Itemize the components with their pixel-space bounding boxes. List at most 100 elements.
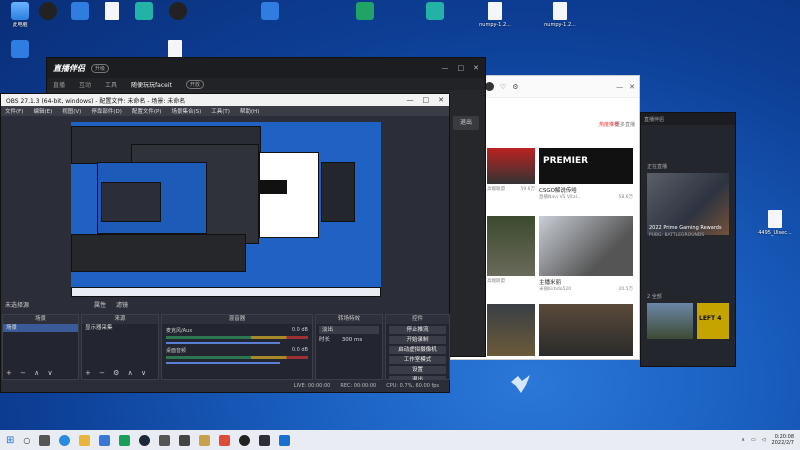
settings-button[interactable]: 设置 xyxy=(389,366,446,374)
wallpaper-bird-logo xyxy=(511,375,530,393)
dock-title: 控件 xyxy=(386,315,449,324)
tab-interact[interactable]: 互动 xyxy=(79,80,91,89)
desktop-icon[interactable]: numpy-1.2... xyxy=(540,2,580,28)
settings-icon[interactable]: ⚙ xyxy=(512,83,518,91)
scene-item[interactable]: 场景 xyxy=(3,324,78,332)
stream-thumb-left4[interactable]: LEFT 4 xyxy=(697,303,729,339)
menu-tools[interactable]: 工具(T) xyxy=(211,107,230,115)
close-button[interactable]: ✕ xyxy=(438,96,444,104)
minimize-button[interactable]: — xyxy=(407,96,414,104)
network-icon[interactable]: ▭ xyxy=(751,437,756,443)
app-icon[interactable] xyxy=(159,434,171,446)
menu-view[interactable]: 视图(V) xyxy=(62,107,81,115)
menu-file[interactable]: 文件(F) xyxy=(5,107,23,115)
sources-dock: 来源 显示器采集 + − ⚙ ∧ ∨ xyxy=(81,314,159,380)
transition-duration[interactable]: 时长 300 ms xyxy=(316,336,382,344)
maximize-button[interactable]: □ xyxy=(458,64,465,72)
app-blue-icon xyxy=(261,2,279,20)
live-card[interactable]: 高端联盟 59.6万 xyxy=(487,148,535,192)
obs-icon[interactable] xyxy=(239,434,251,446)
stop-streaming-button[interactable]: 停止推流 xyxy=(389,326,446,334)
more-live-tab[interactable]: 更多直播 xyxy=(615,121,635,128)
source-toolbar[interactable]: + − ⚙ ∧ ∨ xyxy=(85,369,149,377)
clock[interactable]: 0:20:08 2022/2/7 xyxy=(772,434,794,446)
doc-icon xyxy=(488,2,502,20)
app-blue-icon xyxy=(11,40,29,58)
tab-tools[interactable]: 工具 xyxy=(105,80,117,89)
obs-source-bar: 未选择源 属性 滤镜 xyxy=(1,298,449,310)
obs-window[interactable]: OBS 27.1.3 (64-bit, windows) - 配置文件: 未命名… xyxy=(0,93,450,393)
avatar[interactable] xyxy=(485,82,494,91)
maximize-button[interactable]: □ xyxy=(423,96,430,104)
desktop-icon[interactable] xyxy=(0,40,40,60)
live-card[interactable]: PREMIER CSGO解说传哈 直播Navi VS Vital... 58.6万 xyxy=(539,148,633,200)
live-card-thumb[interactable] xyxy=(539,304,633,356)
desktop-icon-label: numpy-1.2... xyxy=(479,22,511,28)
live-dark-window[interactable]: 直播伴侣 正在直播 2022 Prime Gaming Rewards PUBG… xyxy=(640,112,736,367)
tab-live[interactable]: 直播 xyxy=(53,80,65,89)
source-item[interactable]: 显示器采集 xyxy=(82,324,158,332)
premier-banner: PREMIER xyxy=(539,148,633,184)
upgrade-badge[interactable]: 升级 xyxy=(91,63,110,73)
properties-button[interactable]: 属性 xyxy=(94,300,106,309)
menu-docks[interactable]: 停靠部件(D) xyxy=(91,107,122,115)
dark-window-titlebar: 直播伴侣 xyxy=(641,113,735,125)
scene-toolbar[interactable]: + − ∧ ∨ xyxy=(6,369,56,377)
doc-icon xyxy=(768,210,782,228)
live-card[interactable]: 高端联盟 xyxy=(487,216,535,284)
desktop-icon[interactable]: numpy-1.2... xyxy=(475,2,515,28)
transition-select[interactable]: 淡出 xyxy=(319,326,379,334)
dock-title: 混音器 xyxy=(162,315,312,324)
obs-preview[interactable] xyxy=(71,122,381,297)
gift-icon[interactable]: ♡ xyxy=(500,83,506,91)
virtual-camera-button[interactable]: 启动虚拟摄像机 xyxy=(389,346,446,354)
app-icon[interactable] xyxy=(119,434,131,446)
taskview-icon[interactable] xyxy=(39,434,51,446)
app-blue-icon xyxy=(71,2,89,20)
exit-button[interactable]: 退出 xyxy=(453,116,479,130)
app-brand: 直播伴侣 xyxy=(53,63,85,73)
cpu-fps: CPU: 0.7%, 60.00 fps xyxy=(386,383,439,389)
app-icon[interactable] xyxy=(259,434,271,446)
filters-button[interactable]: 滤镜 xyxy=(116,300,128,309)
rec-timer: REC: 00:00:00 xyxy=(340,383,377,389)
dock-title: 转场特效 xyxy=(316,315,382,324)
minimize-button[interactable]: — xyxy=(442,64,449,72)
minimize-icon[interactable]: — xyxy=(616,83,623,91)
close-button[interactable]: ✕ xyxy=(473,64,479,72)
start-icon[interactable]: ⊞ xyxy=(6,435,14,446)
live-card-thumb[interactable] xyxy=(487,304,535,356)
folder-icon[interactable] xyxy=(79,434,91,446)
desktop-icon[interactable] xyxy=(415,2,455,22)
store-icon[interactable] xyxy=(99,434,111,446)
app-icon[interactable] xyxy=(219,434,231,446)
start-recording-button[interactable]: 开始录制 xyxy=(389,336,446,344)
desktop-icon[interactable] xyxy=(158,2,198,22)
desktop-icon[interactable] xyxy=(345,2,385,22)
obs-menubar: 文件(F) 编辑(E) 视图(V) 停靠部件(D) 配置文件(P) 场景集合(S… xyxy=(1,106,449,116)
menu-scene-collection[interactable]: 场景集合(S) xyxy=(171,107,201,115)
desktop-icon[interactable] xyxy=(250,2,290,22)
menu-edit[interactable]: 编辑(E) xyxy=(33,107,52,115)
studio-mode-button[interactable]: 工作室模式 xyxy=(389,356,446,364)
volume-icon[interactable]: ◁ xyxy=(762,437,766,443)
desktop-icon[interactable]: 4495_Ulsec... xyxy=(755,210,795,236)
app-icon[interactable] xyxy=(199,434,211,446)
live-titlebar: 直播伴侣 升级 — □ ✕ xyxy=(47,58,485,78)
live-card[interactable]: 主播米丽 米丽Kirbdo520 20.5万 xyxy=(539,216,633,292)
menu-help[interactable]: 帮助(H) xyxy=(240,107,259,115)
edge-icon[interactable] xyxy=(59,434,71,446)
close-icon[interactable]: ✕ xyxy=(629,83,635,91)
app-teal-icon xyxy=(135,2,153,20)
menu-profile[interactable]: 配置文件(P) xyxy=(132,107,162,115)
search-icon[interactable]: ○ xyxy=(23,436,30,445)
app-icon[interactable] xyxy=(179,434,191,446)
mixer-channel[interactable]: 麦克风/Aux 0.0 dB xyxy=(166,327,308,344)
stream-thumb-pubg[interactable] xyxy=(647,303,693,339)
mixer-channel[interactable]: 桌面音频 0.0 dB xyxy=(166,347,308,364)
obs-title: OBS 27.1.3 (64-bit, windows) - 配置文件: 未命名… xyxy=(6,97,186,105)
stream-title[interactable]: 随便玩玩faceit xyxy=(131,80,172,89)
chevron-up-icon[interactable]: ∧ xyxy=(741,437,745,443)
app-icon[interactable] xyxy=(279,434,291,446)
steam-icon[interactable] xyxy=(139,434,151,446)
